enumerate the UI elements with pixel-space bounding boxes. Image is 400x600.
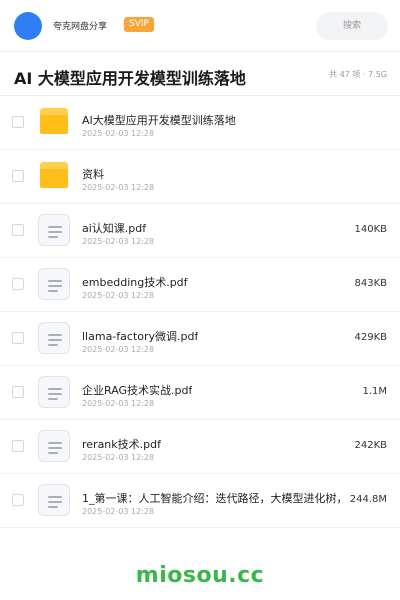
file-date: 2025-02-03 12:28 <box>82 399 155 408</box>
select-checkbox[interactable] <box>12 332 24 344</box>
document-icon <box>38 484 70 516</box>
document-icon <box>38 376 70 408</box>
file-size: 1.1M <box>360 386 387 397</box>
select-checkbox[interactable] <box>12 494 24 506</box>
file-row[interactable]: AI大模型应用开发模型训练落地 2025-02-03 12:28 <box>0 96 400 150</box>
avatar[interactable] <box>14 12 42 40</box>
document-icon <box>38 430 70 462</box>
document-icon <box>38 322 70 354</box>
file-row[interactable]: 企业RAG技术实战.pdf 2025-02-03 12:28 1.1M <box>0 366 400 420</box>
file-size: 244.8M <box>347 494 387 505</box>
file-name: 企业RAG技术实战.pdf <box>82 384 193 397</box>
file-date: 2025-02-03 12:28 <box>82 453 155 462</box>
select-checkbox[interactable] <box>12 440 24 452</box>
file-row[interactable]: 1_第一课：人工智能介绍：迭代路径，大模型进化树， 2025-02-03 12:2… <box>0 474 400 528</box>
file-name: ai认知课.pdf <box>82 222 147 235</box>
file-date: 2025-02-03 12:28 <box>82 129 155 138</box>
select-checkbox[interactable] <box>12 170 24 182</box>
select-checkbox[interactable] <box>12 224 24 236</box>
svip-badge: SVIP <box>124 17 154 32</box>
file-date: 2025-02-03 12:28 <box>82 507 155 516</box>
file-size: 429KB <box>352 332 387 343</box>
file-date: 2025-02-03 12:28 <box>82 237 155 246</box>
user-name: 夸克网盘分享 <box>53 22 108 32</box>
document-icon <box>38 214 70 246</box>
file-row[interactable]: embedding技术.pdf 2025-02-03 12:28 843KB <box>0 258 400 312</box>
select-checkbox[interactable] <box>12 116 24 128</box>
select-checkbox[interactable] <box>12 278 24 290</box>
file-name: AI大模型应用开发模型训练落地 <box>82 114 236 127</box>
file-row[interactable]: rerank技术.pdf 2025-02-03 12:28 242KB <box>0 420 400 474</box>
page-title: AI 大模型应用开发模型训练落地 <box>14 69 246 88</box>
file-row[interactable]: llama-factory微调.pdf 2025-02-03 12:28 429KB <box>0 312 400 366</box>
search-input[interactable]: 搜索 <box>316 12 388 40</box>
file-date: 2025-02-03 12:28 <box>82 345 155 354</box>
file-list: AI大模型应用开发模型训练落地 2025-02-03 12:28 资料 2025-02… <box>0 96 400 528</box>
file-name: llama-factory微调.pdf <box>82 330 199 343</box>
watermark: miosou.cc <box>135 563 265 588</box>
file-name: embedding技术.pdf <box>82 276 188 289</box>
folder-icon <box>38 106 70 138</box>
file-row[interactable]: 资料 2025-02-03 12:28 <box>0 150 400 204</box>
folder-icon <box>38 160 70 192</box>
top-bar: 夸克网盘分享 SVIP 搜索 <box>0 0 400 52</box>
select-checkbox[interactable] <box>12 386 24 398</box>
folder-meta: 共 47 项 · 7.5G <box>329 70 387 79</box>
file-size: 242KB <box>352 440 387 451</box>
file-size: 140KB <box>352 224 387 235</box>
file-name: 1_第一课：人工智能介绍：迭代路径，大模型进化树， <box>82 492 348 505</box>
folder-header: AI 大模型应用开发模型训练落地 共 47 项 · 7.5G <box>0 52 400 96</box>
file-date: 2025-02-03 12:28 <box>82 183 155 192</box>
file-name: rerank技术.pdf <box>82 438 161 451</box>
file-size: 843KB <box>352 278 387 289</box>
file-row[interactable]: ai认知课.pdf 2025-02-03 12:28 140KB <box>0 204 400 258</box>
file-date: 2025-02-03 12:28 <box>82 291 155 300</box>
document-icon <box>38 268 70 300</box>
file-name: 资料 <box>82 168 104 181</box>
